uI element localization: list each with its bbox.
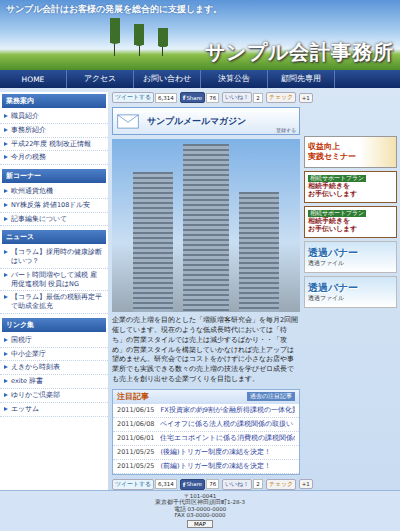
nav-item[interactable]: お問い合わせ	[134, 70, 201, 88]
banner-column: 収益向上実践セミナー相続サポートプラン相続手続きをお手伝いします相続サポートプラ…	[304, 92, 400, 490]
social-button[interactable]: ツイートする6,314	[112, 92, 177, 103]
nav-item[interactable]: 顧問先専用	[268, 70, 335, 88]
arrow-icon	[4, 203, 8, 207]
sidebar-item[interactable]: ゆりかご倶楽部	[0, 389, 108, 403]
social-button[interactable]: チェック	[266, 92, 296, 103]
sidebar-section-title: 業務案内	[2, 94, 106, 108]
map-button[interactable]: MAP	[187, 520, 213, 528]
article-row[interactable]: 2011/05/25(前編)トリガー制度の凍結を決定！	[113, 460, 299, 474]
sidebar-section: ニュース【コラム】採用時の健康診断はいつ？パート時間増やして減税 雇用促進税制 …	[0, 230, 108, 314]
intro-text: 企業の売上増を目的とした「増販増客研究会」を毎月2回開催しています。現在のような…	[112, 316, 300, 384]
banner[interactable]: 透過バナー透過ファイル	[304, 276, 397, 308]
social-count: 76	[206, 479, 219, 489]
social-bar: ツイートする6,314fShare76いいね！2チェック+1	[112, 92, 300, 103]
social-count: 6,314	[155, 479, 177, 489]
site-title[interactable]: サンプル会計事務所	[205, 39, 394, 66]
sidebar-item[interactable]: 平成22年度 税制改正情報	[0, 138, 108, 152]
sidebar-section-title: リンク集	[2, 318, 106, 332]
article-row[interactable]: 2011/05/25(後編)トリガー制度の凍結を決定！	[113, 446, 299, 460]
sidebar-item[interactable]: exite 辞書	[0, 375, 108, 389]
footer-line: 東京都千代田区神田須田町1-28-3	[155, 499, 245, 506]
arrow-icon	[4, 217, 8, 221]
social-button[interactable]: いいね！2	[222, 92, 263, 103]
footer-line: 電話 03-0000-0000	[174, 506, 227, 513]
social-count: 2	[253, 479, 263, 489]
social-button[interactable]: チェック	[266, 479, 296, 490]
page: サンプル会計はお客様の発展を総合的に支援します。サンプル会計事務所HOMEアクセ…	[0, 0, 400, 531]
arrow-icon	[4, 352, 8, 356]
social-button[interactable]: +1	[299, 93, 313, 103]
nav-bar: HOMEアクセスお問い合わせ決算公告顧問先専用	[0, 70, 400, 88]
footer: 〒101-0041東京都千代田区神田須田町1-28-3電話 03-0000-00…	[0, 490, 400, 531]
sidebar-section: リンク集国税庁中小企業庁えきから時刻表exite 辞書ゆりかご倶楽部エッサム	[0, 318, 108, 417]
footer-line: 〒101-0041	[184, 493, 216, 500]
sidebar-section-title: ニュース	[2, 230, 106, 244]
nav-item[interactable]: アクセス	[67, 70, 134, 88]
social-button[interactable]: +1	[299, 479, 313, 489]
arrow-icon	[4, 407, 8, 411]
envelope-icon	[117, 114, 139, 129]
building-photo	[112, 139, 300, 312]
sidebar-item[interactable]: パート時間増やして減税 雇用促進税制 役員はNG	[0, 269, 108, 292]
sidebar-item[interactable]: 【コラム】採用時の健康診断はいつ？	[0, 246, 108, 269]
social-count: 76	[206, 93, 219, 103]
facebook-icon: f	[183, 481, 186, 488]
social-button[interactable]: いいね！2	[222, 479, 263, 490]
sidebar-item[interactable]: 中小企業庁	[0, 348, 108, 362]
mail-magazine-banner[interactable]: サンプルメールマガジン登録する	[112, 107, 300, 135]
sidebar-item[interactable]: 【コラム】最低の税額再定平で助成金拡充	[0, 291, 108, 314]
article-row[interactable]: 2011/06/01住宅エコポイントに係る消費税の課税関係の取扱い	[113, 432, 299, 446]
sidebar-section-title: 新コーナー	[2, 169, 106, 183]
sidebar-item[interactable]: 記事編集について	[0, 213, 108, 227]
sidebar-item[interactable]: エッサム	[0, 403, 108, 417]
sidebar-section: 業務案内職員紹介事務所紹介平成22年度 税制改正情報今月の税務	[0, 94, 108, 165]
more-link[interactable]: 過去の注目記事	[247, 392, 295, 401]
arrow-icon	[4, 128, 8, 132]
arrow-icon	[4, 142, 8, 146]
social-count: 6,314	[155, 93, 177, 103]
header: サンプル会計はお客様の発展を総合的に支援します。サンプル会計事務所	[0, 0, 400, 70]
arrow-icon	[4, 365, 8, 369]
article-row[interactable]: 2011/06/15FX投資家の約9割が金融所得課税の一体化賛成！	[113, 404, 299, 418]
social-button[interactable]: fShare76	[180, 479, 220, 490]
sidebar-item[interactable]: 職員紹介	[0, 110, 108, 124]
nav-item[interactable]: HOME	[0, 70, 67, 88]
sidebar-item[interactable]: 事務所紹介	[0, 124, 108, 138]
social-button[interactable]: fShare76	[180, 92, 220, 103]
social-bar: ツイートする6,314fShare76いいね！2チェック+1	[112, 479, 300, 490]
content: 業務案内職員紹介事務所紹介平成22年度 税制改正情報今月の税務新コーナー欧州通貨…	[0, 88, 400, 490]
trees-icon	[110, 18, 168, 56]
sidebar-item[interactable]: えきから時刻表	[0, 361, 108, 375]
sidebar: 業務案内職員紹介事務所紹介平成22年度 税制改正情報今月の税務新コーナー欧州通貨…	[0, 92, 108, 490]
tagline: サンプル会計はお客様の発展を総合的に支援します。	[6, 3, 394, 16]
banner[interactable]: 収益向上実践セミナー	[304, 136, 397, 168]
banner[interactable]: 相続サポートプラン相続手続きをお手伝いします	[304, 206, 397, 238]
arrow-icon	[4, 155, 8, 159]
sidebar-item[interactable]: NY株反落 終値108ドル安	[0, 199, 108, 213]
social-button[interactable]: ツイートする6,314	[112, 479, 177, 490]
arrow-icon	[4, 273, 8, 277]
banner[interactable]: 透過バナー透過ファイル	[304, 241, 397, 273]
arrow-icon	[4, 379, 8, 383]
banner[interactable]: 相続サポートプラン相続手続きをお手伝いします	[304, 171, 397, 203]
arrow-icon	[4, 189, 8, 193]
arrow-icon	[4, 393, 8, 397]
main: ツイートする6,314fShare76いいね！2チェック+1サンプルメールマガジ…	[112, 92, 300, 490]
sidebar-item[interactable]: 今月の税務	[0, 151, 108, 165]
arrow-icon	[4, 338, 8, 342]
arrow-icon	[4, 250, 8, 254]
footer-line: FAX 03-0000-0000	[175, 512, 226, 519]
featured-header: 注目記事過去の注目記事	[113, 390, 299, 404]
arrow-icon	[4, 114, 8, 118]
sidebar-item[interactable]: 欧州通貨危機	[0, 185, 108, 199]
featured-articles: 注目記事過去の注目記事2011/06/15FX投資家の約9割が金融所得課税の一体…	[112, 389, 300, 475]
article-row[interactable]: 2011/06/08ペイオフに係る法人税の課税関係の取扱い	[113, 418, 299, 432]
facebook-icon: f	[183, 94, 186, 101]
arrow-icon	[4, 295, 8, 299]
nav-item[interactable]: 決算公告	[201, 70, 268, 88]
social-count: 2	[253, 93, 263, 103]
sidebar-section: 新コーナー欧州通貨危機NY株反落 終値108ドル安記事編集について	[0, 169, 108, 226]
sidebar-item[interactable]: 国税庁	[0, 334, 108, 348]
